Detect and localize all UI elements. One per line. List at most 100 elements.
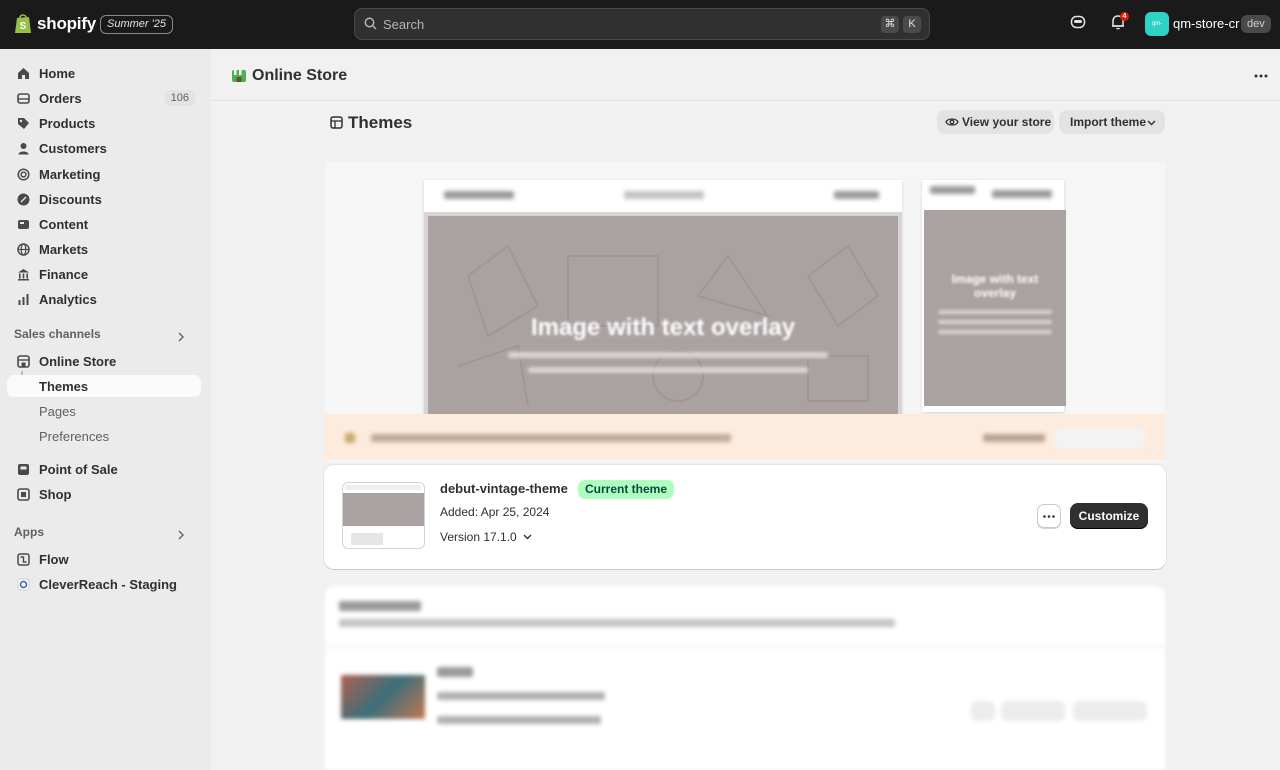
sidebar-item-label: Customers <box>39 140 107 156</box>
sidebar-item-label: Content <box>39 216 89 232</box>
home-icon <box>18 67 29 79</box>
sidebar-item-analytics[interactable]: Analytics <box>7 288 201 310</box>
sidebar-item-label: Marketing <box>39 166 101 182</box>
thumb-block <box>351 533 383 545</box>
notice-icon-blur <box>345 433 355 443</box>
chart-icon <box>18 293 29 305</box>
search-input[interactable] <box>383 9 863 39</box>
sidebar-item-label: Products <box>39 115 96 131</box>
sidebar-item-customers[interactable]: Customers <box>7 137 201 159</box>
library-version-blur <box>437 716 601 724</box>
mobile-hero: Image with text overlay <box>924 210 1066 406</box>
preview-nav-blur <box>930 186 975 194</box>
sidebar-item-point-of-sale[interactable]: Point of Sale <box>7 458 201 480</box>
hero-text-blur <box>508 352 828 358</box>
mobile-preview: Image with text overlay <box>922 180 1066 412</box>
sidebar-item-online-store[interactable]: Online Store <box>7 350 201 372</box>
sidebar-item-preferences[interactable]: Preferences <box>7 425 201 447</box>
store-name[interactable]: qm-store-cr <box>1173 16 1239 31</box>
globe-icon <box>17 242 30 256</box>
sidebar-item-shop[interactable]: Shop <box>7 483 201 505</box>
thumb-nav <box>345 485 421 490</box>
theme-version: Version 17.1.0 <box>440 530 517 544</box>
library-customize-blur <box>1073 701 1147 721</box>
sidebar-item-label: Shop <box>39 486 72 502</box>
customize-button[interactable]: Customize <box>1070 503 1148 529</box>
cleverreach-icon <box>17 578 30 590</box>
sidebar-item-label: Themes <box>39 378 89 394</box>
version-dropdown[interactable]: Version 17.1.0 <box>440 530 532 544</box>
sidebar-item-label: CleverReach - Staging <box>39 576 177 592</box>
sidebar-item-markets[interactable]: Markets <box>7 238 201 260</box>
sidebar-item-discounts[interactable]: Discounts <box>7 188 201 210</box>
theme-thumbnail[interactable] <box>342 482 425 549</box>
preview-nav-blur <box>834 191 879 199</box>
thumb-hero <box>343 493 424 526</box>
brand-name: shopify <box>37 13 97 33</box>
sidebar-item-label: Online Store <box>39 353 117 369</box>
shopify-logo[interactable]: S shopify <box>14 13 96 34</box>
store-avatar[interactable]: qm- <box>1145 12 1169 36</box>
pos-icon <box>18 463 29 475</box>
import-theme-button[interactable]: Import theme <box>1059 110 1165 134</box>
apps-label[interactable]: Apps <box>14 525 44 539</box>
k-key: K <box>903 16 921 33</box>
store-emoji-icon <box>232 70 246 82</box>
env-badge: dev <box>1241 15 1271 33</box>
preview-nav-blur <box>444 191 514 199</box>
sales-channels-label[interactable]: Sales channels <box>14 327 101 341</box>
sidebar-item-label: Point of Sale <box>39 461 118 477</box>
top-bar: S shopify Summer '25 ⌘ K 4 qm- qm-store-… <box>0 0 1280 49</box>
search-bar[interactable]: ⌘ K <box>354 8 930 40</box>
content-icon <box>18 219 29 229</box>
theme-added-date: Added: Apr 25, 2024 <box>440 505 550 519</box>
library-publish-blur <box>1001 701 1065 721</box>
shopify-bag-icon: S <box>15 14 31 33</box>
chevron-right-icon[interactable] <box>177 332 185 342</box>
target-icon <box>17 167 30 181</box>
sidebar-item-products[interactable]: Products <box>7 112 201 134</box>
library-date-blur <box>437 692 605 700</box>
sidebar-item-finance[interactable]: Finance <box>7 263 201 285</box>
sidebar-item-label: Discounts <box>39 191 102 207</box>
orders-count-badge: 106 <box>164 90 195 106</box>
sidebar-item-label: Markets <box>39 241 89 257</box>
sidebar-item-cleverreach[interactable]: CleverReach - Staging <box>7 573 201 595</box>
sidebar-item-flow[interactable]: Flow <box>7 548 201 570</box>
hero-text-blur <box>938 330 1052 334</box>
search-icon <box>364 17 377 30</box>
notification-badge: 4 <box>1120 12 1129 21</box>
sidebar-item-orders[interactable]: Orders 106 <box>7 87 201 109</box>
library-more-blur <box>971 701 995 721</box>
main-content: Online Store Themes View your store Impo… <box>211 49 1280 770</box>
sidebar-item-home[interactable]: Home <box>7 62 201 84</box>
bank-icon <box>18 268 29 280</box>
orders-icon <box>17 92 30 104</box>
chevron-down-icon <box>523 534 532 540</box>
library-desc-blur <box>339 619 895 627</box>
view-store-button[interactable]: View your store <box>937 110 1054 134</box>
sidebar-item-themes[interactable]: Themes <box>7 375 201 397</box>
hero-text-blur <box>528 367 808 373</box>
current-theme-badge: Current theme <box>578 480 675 499</box>
storefront-icon <box>17 354 30 368</box>
hero-text-blur <box>938 310 1052 314</box>
page-header: Online Store <box>211 49 1280 101</box>
import-theme-label: Import theme <box>1070 115 1147 129</box>
edition-badge[interactable]: Summer '25 <box>100 15 173 34</box>
notice-link-blur <box>983 434 1045 442</box>
sidebar-item-pages[interactable]: Pages <box>7 400 201 422</box>
desktop-hero-title: Image with text overlay <box>530 314 796 341</box>
sidekick-icon[interactable] <box>1070 14 1086 30</box>
hero-text-blur <box>938 320 1052 324</box>
sidebar-item-content[interactable]: Content <box>7 213 201 235</box>
person-icon <box>18 142 29 154</box>
sidebar-item-marketing[interactable]: Marketing <box>7 163 201 185</box>
eye-icon <box>945 118 959 126</box>
theme-actions-button[interactable] <box>1037 504 1061 528</box>
library-name-blur <box>437 667 473 677</box>
chevron-right-icon[interactable] <box>177 530 185 540</box>
more-horizontal-icon[interactable] <box>1254 74 1268 78</box>
sidebar-item-label: Flow <box>39 551 69 567</box>
svg-text:S: S <box>20 21 27 32</box>
